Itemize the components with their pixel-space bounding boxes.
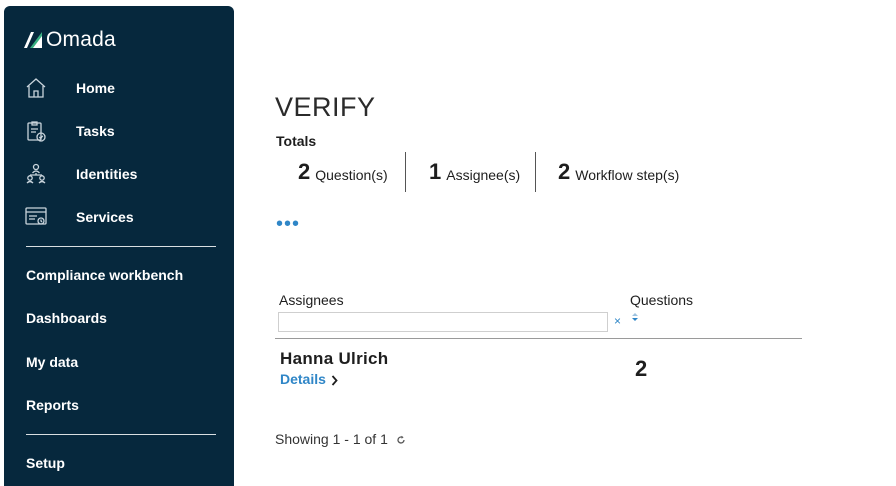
nav-item-services[interactable]: Services bbox=[4, 199, 234, 235]
showing-total: 1 bbox=[380, 431, 388, 447]
sidebar-divider bbox=[26, 434, 216, 435]
nav-label-identities: Identities bbox=[76, 166, 138, 182]
clear-filter-icon[interactable]: × bbox=[614, 314, 621, 328]
logo-text: Omada bbox=[46, 28, 116, 51]
chevron-right-icon bbox=[331, 375, 338, 386]
assignee-question-count: 2 bbox=[635, 356, 648, 381]
grid-header-divider bbox=[275, 338, 802, 339]
sidebar-item-compliance-workbench[interactable]: Compliance workbench bbox=[26, 267, 183, 283]
stat-separator bbox=[405, 152, 406, 192]
omada-logo-icon bbox=[24, 32, 42, 48]
sidebar: Omada Home Tasks Identities Services Com bbox=[4, 6, 234, 486]
column-header-questions-label: Questions bbox=[630, 292, 694, 308]
stat-questions: 2 Question(s) bbox=[298, 152, 388, 192]
refresh-icon[interactable] bbox=[396, 435, 406, 445]
stat-separator bbox=[535, 152, 536, 192]
stat-value: 1 bbox=[429, 159, 442, 184]
nav-label-home: Home bbox=[76, 80, 115, 96]
totals-label: Totals bbox=[276, 133, 317, 149]
details-link-label: Details bbox=[280, 371, 326, 387]
pagination-summary: Showing 1 - 1 of 1 bbox=[275, 431, 406, 447]
nav-item-home[interactable]: Home bbox=[4, 70, 234, 106]
stat-label: Workflow step(s) bbox=[575, 167, 680, 183]
stat-label: Assignee(s) bbox=[446, 167, 521, 183]
stat-value: 2 bbox=[298, 159, 311, 184]
assignee-name: Hanna Ulrich bbox=[280, 349, 389, 368]
nav-label-tasks: Tasks bbox=[76, 123, 115, 139]
sidebar-divider bbox=[26, 246, 216, 247]
showing-of: of bbox=[360, 431, 381, 447]
identities-icon bbox=[26, 163, 46, 184]
nav-item-identities[interactable]: Identities bbox=[4, 156, 234, 192]
tasks-icon bbox=[27, 121, 46, 142]
assignee-filter-input[interactable] bbox=[278, 312, 608, 332]
column-header-questions[interactable]: Questions bbox=[630, 292, 693, 324]
nav-label-services: Services bbox=[76, 209, 134, 225]
details-link[interactable]: Details bbox=[280, 371, 338, 387]
services-icon bbox=[25, 207, 47, 225]
sidebar-item-my-data[interactable]: My data bbox=[26, 354, 78, 370]
nav-item-tasks[interactable]: Tasks bbox=[4, 113, 234, 149]
stat-assignees: 1 Assignee(s) bbox=[429, 152, 520, 192]
stat-workflow-steps: 2 Workflow step(s) bbox=[558, 152, 679, 192]
sidebar-item-setup[interactable]: Setup bbox=[26, 455, 65, 471]
column-header-assignees[interactable]: Assignees bbox=[279, 292, 344, 308]
more-options-button[interactable]: ••• bbox=[276, 214, 300, 234]
sidebar-item-reports[interactable]: Reports bbox=[26, 397, 79, 413]
showing-prefix: Showing bbox=[275, 431, 333, 447]
home-icon bbox=[26, 78, 46, 98]
page-title: VERIFY bbox=[275, 92, 376, 122]
sort-icon[interactable] bbox=[632, 312, 638, 322]
omada-logo[interactable]: Omada bbox=[22, 28, 116, 52]
stat-label: Question(s) bbox=[315, 167, 388, 183]
stat-value: 2 bbox=[558, 159, 571, 184]
sidebar-item-dashboards[interactable]: Dashboards bbox=[26, 310, 107, 326]
showing-range: 1 - 1 bbox=[332, 431, 361, 447]
